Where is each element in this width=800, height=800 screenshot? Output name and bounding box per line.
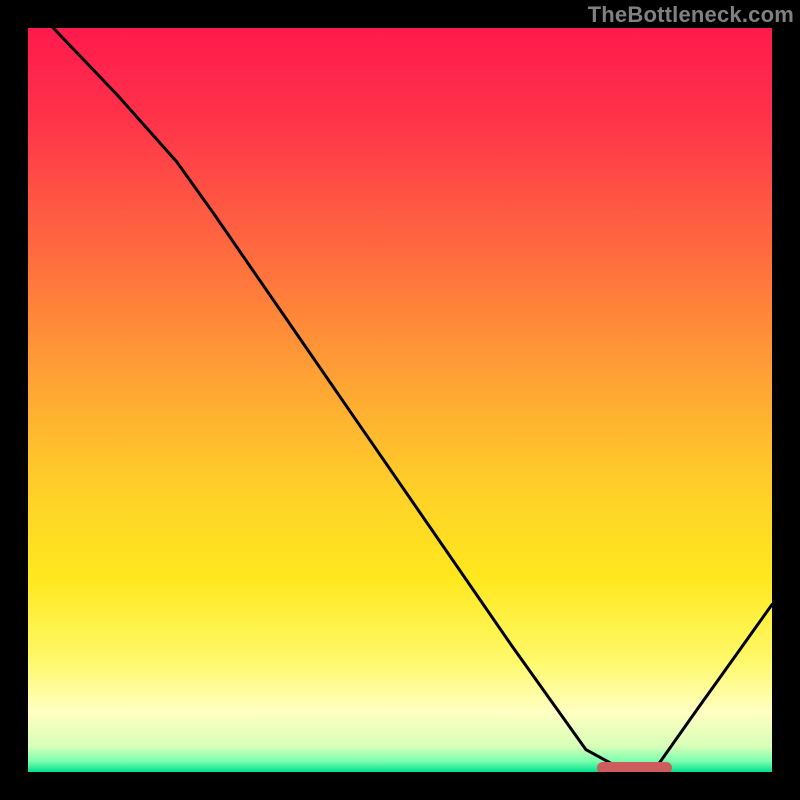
- flat-minimum-marker: [597, 762, 671, 772]
- plot-area: [28, 28, 772, 772]
- gradient-background: [28, 28, 772, 772]
- chart-frame: TheBottleneck.com: [0, 0, 800, 800]
- plot-svg: [28, 28, 772, 772]
- watermark-label: TheBottleneck.com: [588, 2, 794, 28]
